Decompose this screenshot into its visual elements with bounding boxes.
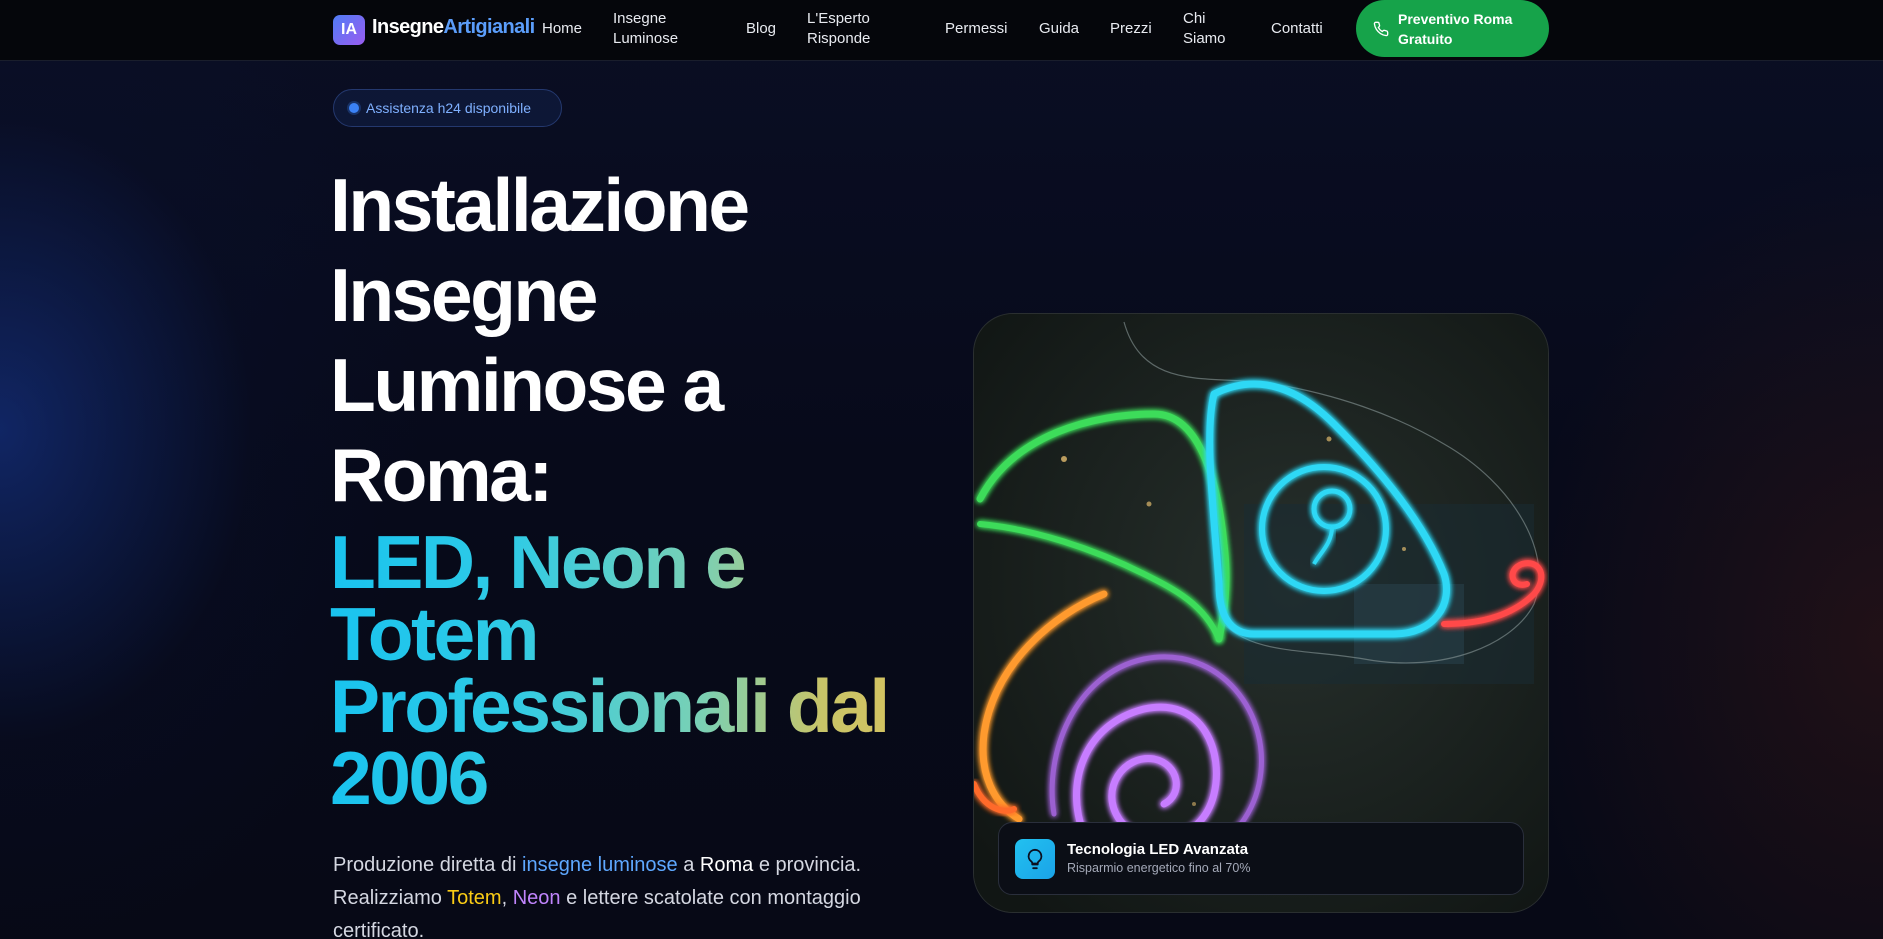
- nav-item-prezzi[interactable]: Prezzi: [1110, 19, 1152, 39]
- lead-highlight-totem: Totem: [447, 887, 502, 909]
- nav-item-guida[interactable]: Guida: [1039, 19, 1079, 39]
- logo-wordmark[interactable]: InsegneArtigianali: [372, 16, 535, 39]
- top-navbar: IA InsegneArtigianali Home Insegne Lumin…: [0, 0, 1883, 61]
- hero-subtitle-line: LED, Neon e: [330, 520, 745, 604]
- assistance-badge: Assistenza h24 disponibile: [333, 89, 562, 127]
- lead-text: ,: [501, 887, 513, 909]
- hero-subtitle-line: Professionali dal: [330, 664, 888, 748]
- phone-icon: [1373, 21, 1389, 36]
- hero-title-line: Luminose a: [330, 343, 724, 427]
- preventivo-cta-button[interactable]: Preventivo Roma Gratuito: [1356, 0, 1549, 57]
- page-background: [0, 0, 1883, 939]
- hero-subtitle-gradient: LED, Neon e Totem Professionali dal 2006: [330, 526, 930, 814]
- assistance-badge-label: Assistenza h24 disponibile: [366, 100, 531, 116]
- lightbulb-icon: [1015, 839, 1055, 879]
- lead-text: a: [677, 854, 700, 876]
- lead-text: Produzione diretta di: [333, 854, 523, 876]
- logo-badge[interactable]: IA: [333, 15, 365, 45]
- hero-subtitle-line: 2006: [330, 736, 487, 820]
- hero-title-line: Insegne: [330, 253, 598, 337]
- lead-highlight-roma: Roma: [699, 854, 754, 876]
- feature-title: Tecnologia LED Avanzata: [1067, 841, 1249, 858]
- nav-item-insegne-luminose[interactable]: Insegne Luminose: [613, 9, 703, 49]
- nav-item-permessi[interactable]: Permessi: [945, 19, 1008, 39]
- logo-text-part2: Artigianali: [443, 16, 535, 38]
- nav-item-contatti[interactable]: Contatti: [1271, 19, 1323, 39]
- nav-item-chi-siamo[interactable]: Chi Siamo: [1183, 9, 1233, 49]
- lead-highlight-insegne: insegne luminose: [522, 854, 678, 876]
- nav-item-home[interactable]: Home: [542, 19, 582, 39]
- hero-title-line: Installazione: [330, 163, 750, 247]
- nav-item-esperto-risponde[interactable]: L'Esperto Risponde: [807, 9, 907, 49]
- cta-label: Preventivo Roma Gratuito: [1398, 10, 1513, 47]
- feature-subtitle: Risparmio energetico fino al 70%: [1067, 861, 1251, 875]
- hero-lead-paragraph: Produzione diretta di insegne luminose a…: [333, 849, 923, 939]
- lead-highlight-neon: Neon: [512, 887, 561, 909]
- nav-item-blog[interactable]: Blog: [746, 19, 776, 39]
- hero-title: Installazione Insegne Luminose a Roma:: [330, 160, 930, 520]
- hero-subtitle-line: Totem: [330, 592, 537, 676]
- led-technology-card: Tecnologia LED Avanzata Risparmio energe…: [998, 822, 1524, 895]
- hero-title-line: Roma:: [330, 433, 553, 517]
- logo-text-part1: Insegne: [372, 16, 444, 38]
- status-dot-icon: [349, 103, 359, 113]
